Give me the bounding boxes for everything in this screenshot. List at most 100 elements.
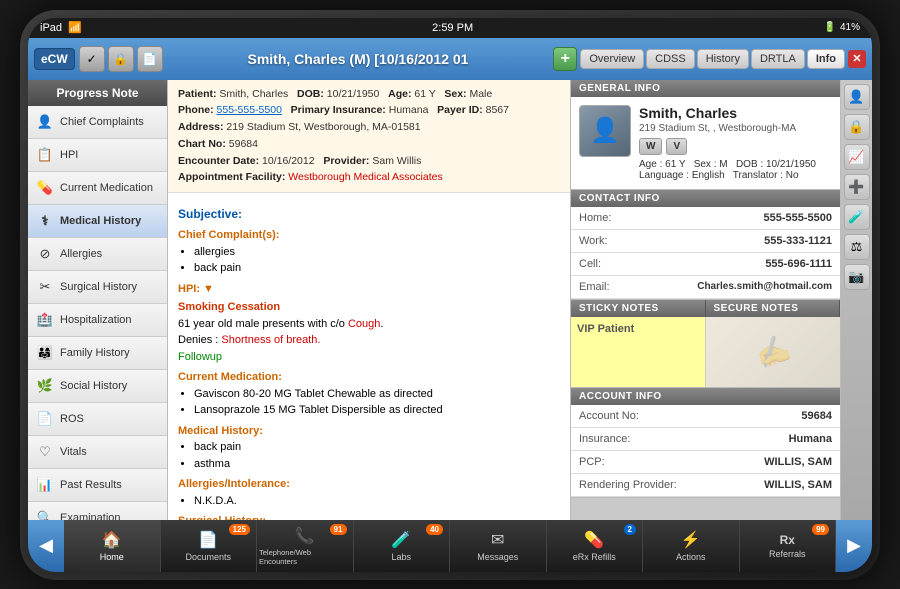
cell-value: 555-696-1111 <box>765 258 832 270</box>
medical-history-list: back pain asthma <box>194 439 560 472</box>
telephone-tab-label: Telephone/Web Encounters <box>259 548 351 566</box>
note-body: Subjective: Chief Complaint(s): allergie… <box>168 193 570 519</box>
tab-drtla[interactable]: DRTLA <box>751 49 805 69</box>
battery-icon: 🔋 <box>824 22 836 33</box>
work-label: Work: <box>579 235 608 247</box>
sidebar-item-surgical-history[interactable]: ✂ Surgical History <box>28 271 167 304</box>
bottom-tabs: 🏠 Home 📄 125 Documents 📞 91 Telephone/We… <box>64 520 836 572</box>
sidebar-item-ros[interactable]: 📄 ROS <box>28 403 167 436</box>
nav-left-arrow[interactable]: ◀ <box>28 520 64 572</box>
email-label: Email: <box>579 281 610 293</box>
tab-erx[interactable]: 💊 2 eRx Refills <box>547 520 644 572</box>
battery-level: 41% <box>840 22 860 33</box>
sidebar-item-vitals[interactable]: ♡ Vitals <box>28 436 167 469</box>
medical-history-icon: ⚕ <box>36 212 54 230</box>
add-button[interactable]: + <box>553 47 577 71</box>
vitals-icon: ♡ <box>36 443 54 461</box>
sidebar-item-examination[interactable]: 🔍 Examination <box>28 502 167 520</box>
tab-overview[interactable]: Overview <box>580 49 644 69</box>
close-button[interactable]: ✕ <box>848 50 866 68</box>
strip-patient-icon[interactable]: 👤 <box>844 84 870 110</box>
patient-demographics: Age : 61 Y Sex : M DOB : 10/21/1950 Lang… <box>639 159 816 181</box>
examination-icon: 🔍 <box>36 509 54 520</box>
tab-referrals[interactable]: Rx 99 Referrals <box>740 520 837 572</box>
header-icons: ✓ 🔒 📄 <box>79 46 163 72</box>
surgical-icon: ✂ <box>36 278 54 296</box>
strip-lab-icon[interactable]: 🧪 <box>844 204 870 230</box>
ros-label: ROS <box>60 413 84 425</box>
allergies-heading: Allergies/Intolerance: <box>178 476 560 493</box>
sex-value: Sex : M <box>694 159 728 170</box>
sticky-content: VIP Patient ✍ <box>571 317 840 387</box>
account-row-no: Account No: 59684 <box>571 405 840 428</box>
w-button[interactable]: W <box>639 138 662 155</box>
tab-labs[interactable]: 🧪 40 Labs <box>354 520 451 572</box>
past-results-label: Past Results <box>60 479 122 491</box>
language-value: Language : English <box>639 170 725 181</box>
tab-documents[interactable]: 📄 125 Documents <box>161 520 258 572</box>
tab-home[interactable]: 🏠 Home <box>64 520 161 572</box>
dob-value: DOB : 10/21/1950 <box>736 159 816 170</box>
sidebar-item-medical-history[interactable]: ⚕ Medical History <box>28 205 167 238</box>
strip-add-icon[interactable]: ➕ <box>844 174 870 200</box>
header-actions: + Overview CDSS History DRTLA Info ✕ <box>553 47 866 71</box>
wifi-icon: 📶 <box>68 21 82 34</box>
contact-row-work: Work: 555-333-1121 <box>571 230 840 253</box>
tab-messages[interactable]: ✉ Messages <box>450 520 547 572</box>
tab-info[interactable]: Info <box>807 49 845 69</box>
facility-label: Appointment Facility: <box>178 171 285 183</box>
tab-history[interactable]: History <box>697 49 749 69</box>
rendering-label: Rendering Provider: <box>579 479 677 491</box>
tab-cdss[interactable]: CDSS <box>646 49 695 69</box>
nav-right-arrow[interactable]: ▶ <box>836 520 872 572</box>
sidebar-item-hpi[interactable]: 📋 HPI <box>28 139 167 172</box>
phone-link[interactable]: 555-555-5500 <box>217 104 282 116</box>
sidebar: Progress Note 👤 Chief Complaints 📋 HPI 💊… <box>28 80 168 520</box>
home-tab-label: Home <box>100 552 124 562</box>
sidebar-item-family-history[interactable]: 👨‍👩‍👧 Family History <box>28 337 167 370</box>
tab-actions[interactable]: ⚡ Actions <box>643 520 740 572</box>
sidebar-item-social-history[interactable]: 🌿 Social History <box>28 370 167 403</box>
doc-btn[interactable]: 📄 <box>137 46 163 72</box>
ecw-logo[interactable]: eCW <box>34 48 75 70</box>
referrals-icon: Rx <box>780 533 795 547</box>
allergies-icon: ⊘ <box>36 245 54 263</box>
messages-icon: ✉ <box>491 530 504 550</box>
medical-history-item: back pain <box>194 439 560 456</box>
strip-camera-icon[interactable]: 📷 <box>844 264 870 290</box>
lock-btn[interactable]: 🔒 <box>108 46 134 72</box>
contact-info-title: CONTACT INFO <box>571 190 840 207</box>
sidebar-item-past-results[interactable]: 📊 Past Results <box>28 469 167 502</box>
app-header: eCW ✓ 🔒 📄 Smith, Charles (M) [10/16/2012… <box>28 38 872 80</box>
v-button[interactable]: V <box>666 138 687 155</box>
medication-icon: 💊 <box>36 179 54 197</box>
strip-lock-icon[interactable]: 🔒 <box>844 114 870 140</box>
sidebar-header: Progress Note <box>28 80 167 106</box>
home-icon: 🏠 <box>102 530 122 550</box>
complaint-item: allergies <box>194 244 560 261</box>
tab-telephone[interactable]: 📞 91 Telephone/Web Encounters <box>257 520 354 572</box>
sidebar-item-chief-complaints[interactable]: 👤 Chief Complaints <box>28 106 167 139</box>
chief-complaints-icon: 👤 <box>36 113 54 131</box>
watermark: ✍ <box>751 330 795 373</box>
account-row-insurance: Insurance: Humana <box>571 428 840 451</box>
hpi-sub: Smoking Cessation <box>178 299 560 316</box>
strip-chart-icon[interactable]: 📈 <box>844 144 870 170</box>
hpi-heading: HPI: ▼ <box>178 281 560 298</box>
current-med-heading: Current Medication: <box>178 369 560 386</box>
hpi-icon: 📋 <box>36 146 54 164</box>
rendering-value: WILLIS, SAM <box>764 479 832 491</box>
strip-scale-icon[interactable]: ⚖ <box>844 234 870 260</box>
patient-label: Patient: <box>178 88 217 100</box>
sidebar-item-hospitalization[interactable]: 🏥 Hospitalization <box>28 304 167 337</box>
sticky-notes-title: STICKY NOTES <box>571 300 706 317</box>
checkmark-btn[interactable]: ✓ <box>79 46 105 72</box>
sidebar-item-current-medication[interactable]: 💊 Current Medication <box>28 172 167 205</box>
sidebar-item-allergies[interactable]: ⊘ Allergies <box>28 238 167 271</box>
contact-row-email: Email: Charles.smith@hotmail.com <box>571 276 840 299</box>
pcp-label: PCP: <box>579 456 605 468</box>
medication-item: Lansoprazole 15 MG Tablet Dispersible as… <box>194 402 560 419</box>
device-frame: iPad 📶 2:59 PM 🔋 41% eCW ✓ 🔒 📄 Smith, Ch… <box>20 10 880 580</box>
referrals-tab-label: Referrals <box>769 549 806 559</box>
erx-badge: 2 <box>624 524 636 535</box>
